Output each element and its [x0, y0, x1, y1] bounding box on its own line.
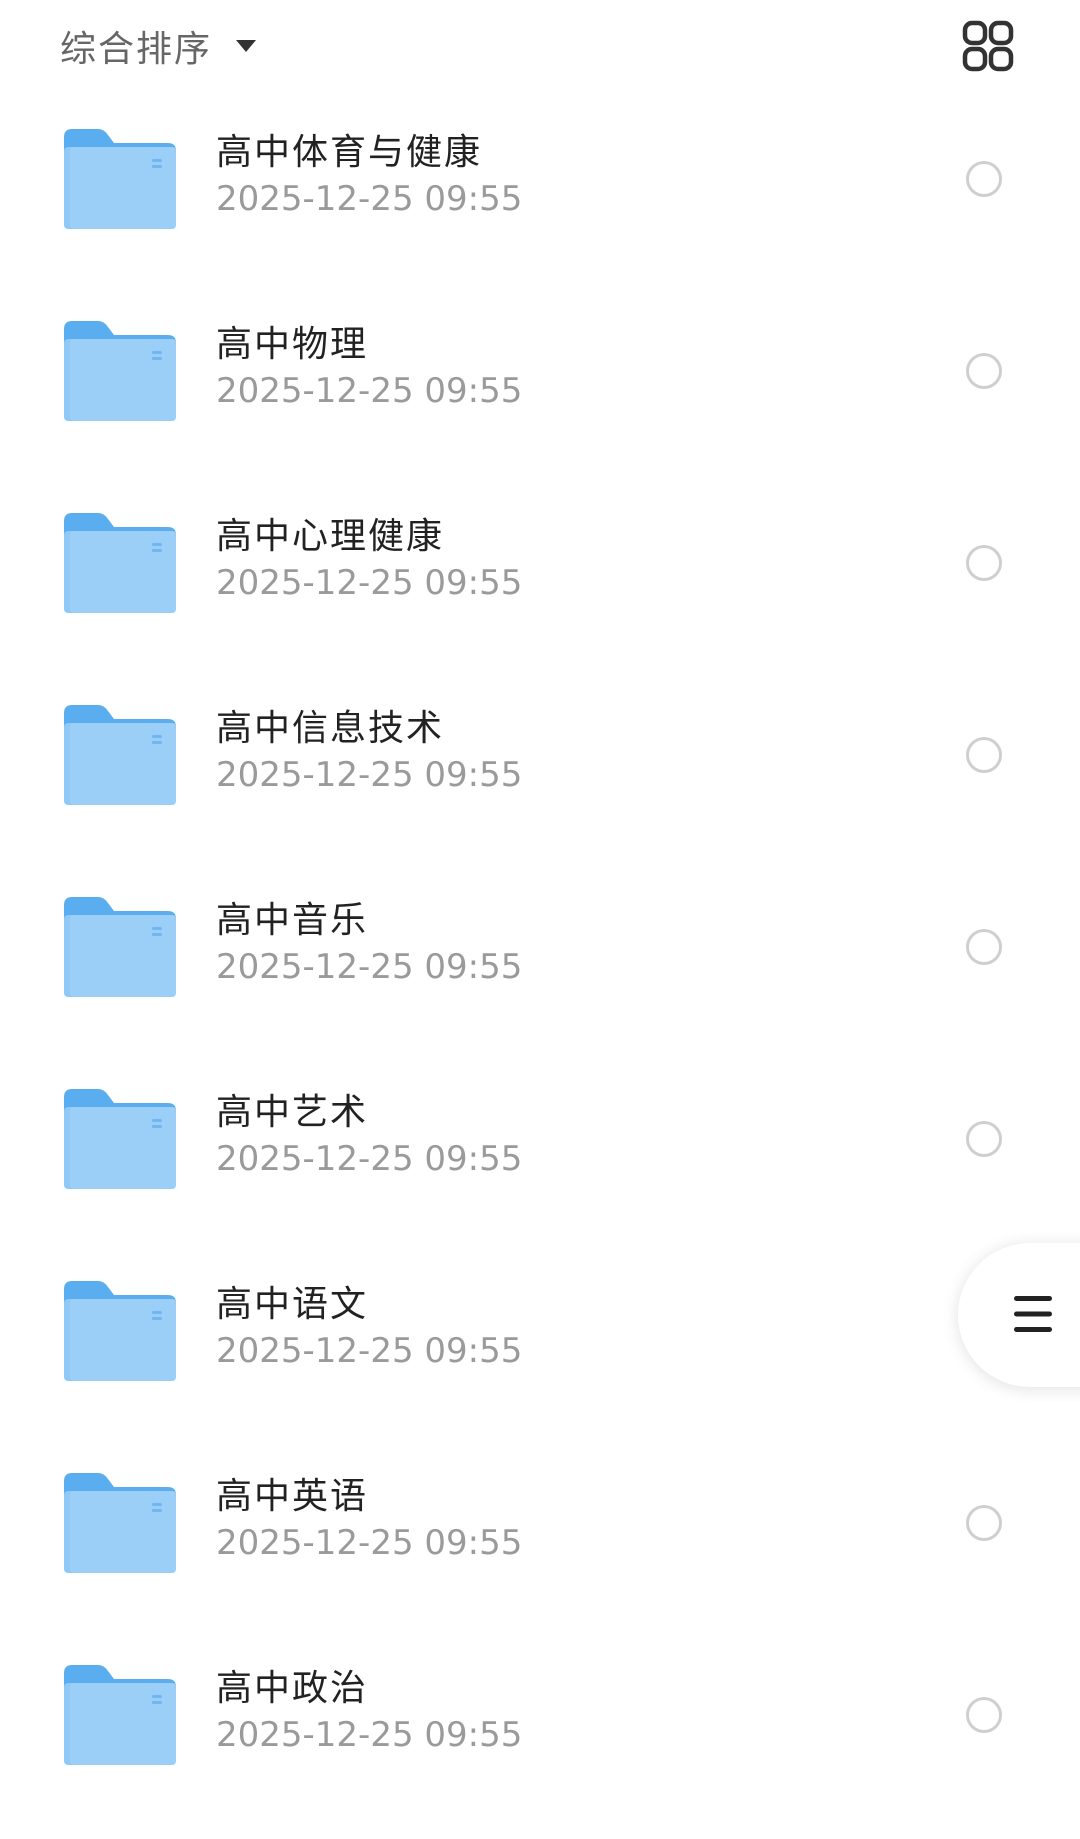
- caret-down-icon: [236, 40, 257, 52]
- folder-icon: [64, 321, 176, 421]
- list-item[interactable]: 高中物理 2025-12-25 09:55: [0, 303, 1080, 495]
- folder-icon: [64, 129, 176, 229]
- folder-date: 2025-12-25 09:55: [216, 1715, 523, 1755]
- folder-date: 2025-12-25 09:55: [216, 1139, 523, 1179]
- folder-icon: [64, 705, 176, 805]
- select-radio[interactable]: [966, 929, 1002, 965]
- folder-icon: [64, 1089, 176, 1189]
- list-header: 综合排序: [0, 0, 1080, 92]
- list-item[interactable]: 高中信息技术 2025-12-25 09:55: [0, 687, 1080, 879]
- folder-icon: [64, 1473, 176, 1573]
- folder-name: 高中艺术: [216, 1092, 369, 1133]
- list-item[interactable]: 高中体育与健康 2025-12-25 09:55: [0, 111, 1080, 303]
- grid-view-icon[interactable]: [962, 20, 1014, 72]
- select-radio[interactable]: [966, 353, 1002, 389]
- list-item[interactable]: 高中艺术 2025-12-25 09:55: [0, 1071, 1080, 1263]
- folder-date: 2025-12-25 09:55: [216, 563, 523, 603]
- folder-name: 高中政治: [216, 1668, 369, 1709]
- list-item[interactable]: 高中心理健康 2025-12-25 09:55: [0, 495, 1080, 687]
- list-item[interactable]: 高中英语 2025-12-25 09:55: [0, 1455, 1080, 1647]
- folder-date: 2025-12-25 09:55: [216, 1331, 523, 1371]
- select-radio[interactable]: [966, 737, 1002, 773]
- folder-name: 高中英语: [216, 1476, 369, 1517]
- folder-name: 高中物理: [216, 324, 369, 365]
- sort-dropdown-button[interactable]: 综合排序: [60, 22, 257, 70]
- folder-name: 高中信息技术: [216, 708, 445, 749]
- folder-date: 2025-12-25 09:55: [216, 947, 523, 987]
- folder-name: 高中心理健康: [216, 516, 445, 557]
- select-radio[interactable]: [966, 1505, 1002, 1541]
- list-item[interactable]: 高中语文 2025-12-25 09:55: [0, 1263, 1080, 1455]
- folder-date: 2025-12-25 09:55: [216, 1523, 523, 1563]
- list-item[interactable]: 高中政治 2025-12-25 09:55: [0, 1647, 1080, 1839]
- folder-icon: [64, 1665, 176, 1765]
- folder-date: 2025-12-25 09:55: [216, 179, 523, 219]
- folder-name: 高中体育与健康: [216, 132, 483, 173]
- folder-date: 2025-12-25 09:55: [216, 755, 523, 795]
- select-radio[interactable]: [966, 161, 1002, 197]
- list-item[interactable]: 高中音乐 2025-12-25 09:55: [0, 879, 1080, 1071]
- folder-name: 高中音乐: [216, 900, 369, 941]
- menu-icon: [1014, 1296, 1052, 1332]
- sort-label: 综合排序: [60, 29, 213, 70]
- select-radio[interactable]: [966, 1697, 1002, 1733]
- select-radio[interactable]: [966, 1121, 1002, 1157]
- folder-icon: [64, 897, 176, 997]
- folder-icon: [64, 1281, 176, 1381]
- folder-icon: [64, 513, 176, 613]
- folder-date: 2025-12-25 09:55: [216, 371, 523, 411]
- folder-name: 高中语文: [216, 1284, 369, 1325]
- select-radio[interactable]: [966, 545, 1002, 581]
